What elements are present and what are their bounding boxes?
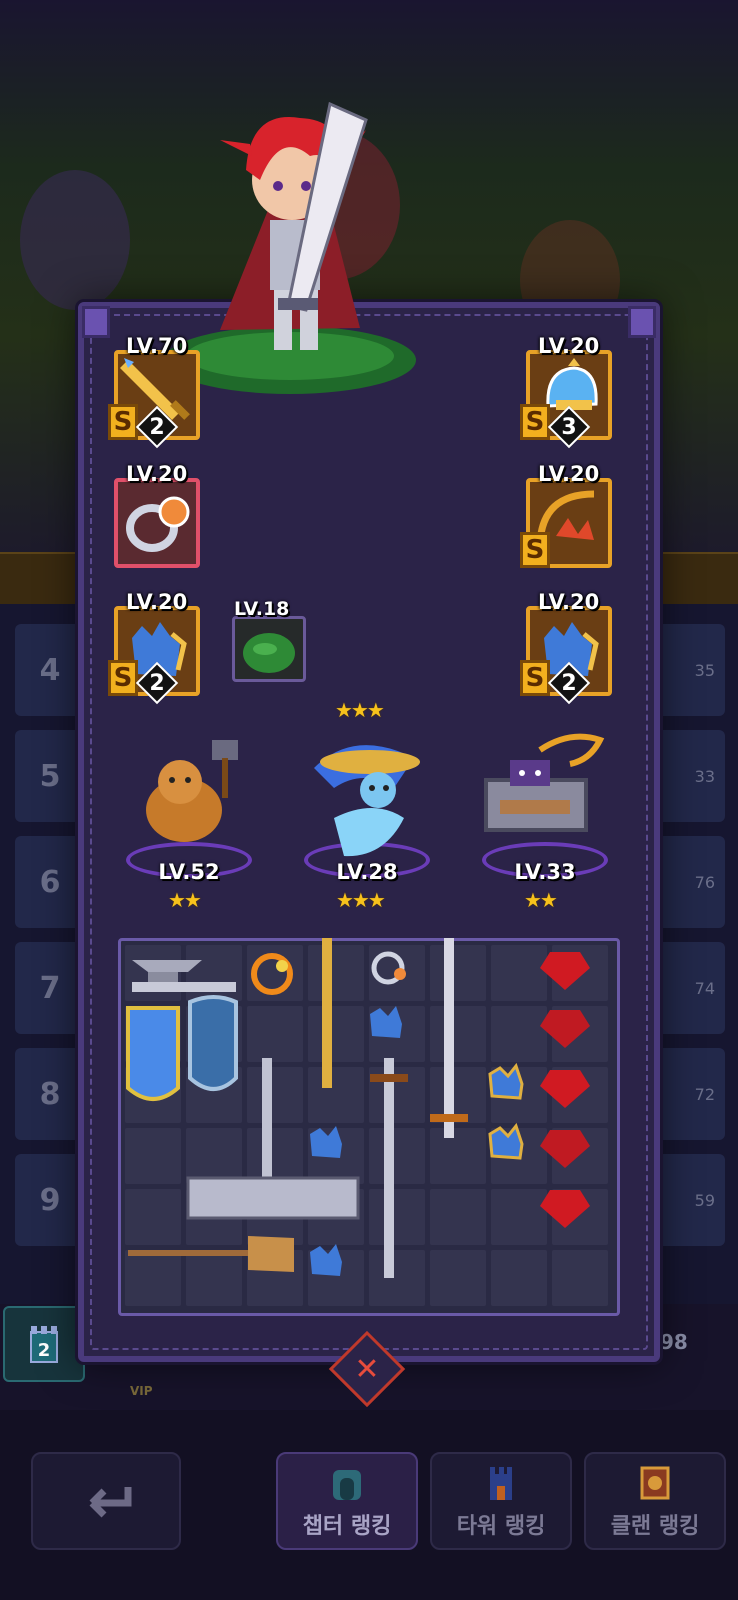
grade-badge: S [108, 660, 138, 696]
pet-level: LV.18 [234, 598, 290, 620]
long-sword-icon[interactable] [430, 938, 468, 1138]
enhance-count: 2 [149, 670, 165, 696]
blue-glove-icon[interactable] [310, 1126, 342, 1158]
modal-corner-ornament [82, 306, 110, 338]
hero-stars: ★★★ [335, 698, 385, 722]
grade-badge: S [520, 660, 550, 696]
rank-score: 59 [655, 1154, 725, 1246]
enhance-count: 3 [561, 414, 577, 440]
red-gem-icon[interactable] [540, 1010, 590, 1048]
companion-robot[interactable]: LV.33 ★★ [470, 730, 620, 912]
slime-icon [243, 633, 295, 673]
equipment-slot-weapon[interactable]: LV.70 S 2 [108, 334, 204, 449]
rank-score: 72 [655, 1048, 725, 1140]
red-gem-icon[interactable] [540, 1130, 590, 1168]
chapter-ranking-tab[interactable]: 챕터 랭킹 [276, 1452, 418, 1550]
clan-ranking-label: 클랜 랭킹 [610, 1514, 700, 1539]
equipment-level: LV.20 [538, 334, 600, 358]
clan-banner-icon [640, 1466, 670, 1500]
clan-ranking-tab[interactable]: 클랜 랭킹 [584, 1452, 726, 1550]
companion-level: LV.33 [514, 860, 576, 884]
equipment-slot-glove[interactable]: LV.20 S 2 [520, 590, 616, 705]
broom-icon[interactable] [128, 1236, 294, 1272]
companion-level: LV.52 [158, 860, 220, 884]
rank-number: 9 [15, 1154, 85, 1246]
equipment-slot-bow[interactable]: LV.20 S [520, 462, 616, 572]
enhance-count: 2 [149, 414, 165, 440]
beast-companion-icon [146, 740, 238, 842]
blue-shield-icon[interactable] [188, 995, 238, 1091]
equipment-level: LV.70 [126, 334, 188, 358]
short-sword-icon[interactable] [370, 1058, 408, 1278]
equipment-slot-glove[interactable]: LV.20 S 2 [108, 590, 204, 705]
mermaid-companion-icon [314, 745, 420, 857]
rank-number: 7 [15, 942, 85, 1034]
close-icon[interactable]: ✕ [344, 1344, 390, 1394]
equipment-slot-helmet[interactable]: LV.20 S 3 [520, 334, 616, 449]
red-gem-icon[interactable] [540, 952, 590, 990]
svg-text:2: 2 [38, 1340, 51, 1361]
back-button[interactable] [31, 1452, 181, 1550]
tower-ranking-label: 타워 랭킹 [456, 1514, 546, 1539]
robot-companion-icon [484, 733, 605, 832]
blue-glove-icon[interactable] [310, 1244, 342, 1276]
rank-number: 4 [15, 624, 85, 716]
rank-number: 5 [15, 730, 85, 822]
inventory-items [126, 938, 590, 1278]
ring-icon [126, 496, 190, 552]
grade-badge: S [520, 532, 550, 568]
equipment-level: LV.20 [538, 462, 600, 486]
rank-score: 76 [655, 836, 725, 928]
grade-badge: S [108, 404, 138, 440]
red-gem-icon[interactable] [540, 1190, 590, 1228]
rank-number: 6 [15, 836, 85, 928]
anvil-icon[interactable] [132, 960, 236, 992]
background-hero-witch [20, 170, 130, 310]
companion-stars: ★★★ [336, 888, 386, 912]
companion-mermaid[interactable]: LV.28 ★★★ [292, 730, 442, 912]
back-arrow-icon [89, 1487, 132, 1518]
equipment-level: LV.20 [126, 590, 188, 614]
pet-slot-frame [232, 616, 306, 682]
fire-ring-icon[interactable] [251, 953, 293, 995]
silver-ring-icon[interactable] [371, 951, 406, 985]
my-rank-badge: 2 [3, 1306, 85, 1382]
gold-glove-icon[interactable] [488, 1122, 524, 1160]
equipment-level: LV.20 [538, 590, 600, 614]
vip-label: VIP [130, 1384, 153, 1398]
modal-corner-ornament [628, 306, 656, 338]
rank-score: 74 [655, 942, 725, 1034]
companion-stars: ★★ [168, 888, 202, 912]
rank-number: 8 [15, 1048, 85, 1140]
grade-badge: S [520, 404, 550, 440]
rank-score: 33 [655, 730, 725, 822]
pet-slot[interactable]: LV.18 [232, 598, 306, 688]
chapter-gate-icon [333, 1470, 361, 1500]
enhance-count: 2 [561, 670, 577, 696]
rank-score: 35 [655, 624, 725, 716]
blue-glove-icon[interactable] [370, 1006, 402, 1038]
tower-ranking-tab[interactable]: 타워 랭킹 [430, 1452, 572, 1550]
chapter-ranking-label: 챕터 랭킹 [302, 1514, 392, 1539]
companion-level: LV.28 [336, 860, 398, 884]
companion-stars: ★★ [524, 888, 558, 912]
equipment-level: LV.20 [126, 462, 188, 486]
tower-rank-icon: 2 [30, 1326, 58, 1363]
gold-glove-icon[interactable] [488, 1062, 524, 1100]
tower-icon [490, 1467, 512, 1500]
golden-spear-icon[interactable] [318, 938, 336, 1088]
equipment-slot-ring[interactable]: LV.20 [108, 462, 204, 572]
my-score: 98 [660, 1330, 688, 1354]
gold-shield-icon[interactable] [126, 1006, 180, 1101]
companion-beast[interactable]: LV.52 ★★ [114, 730, 264, 912]
red-gem-icon[interactable] [540, 1070, 590, 1108]
